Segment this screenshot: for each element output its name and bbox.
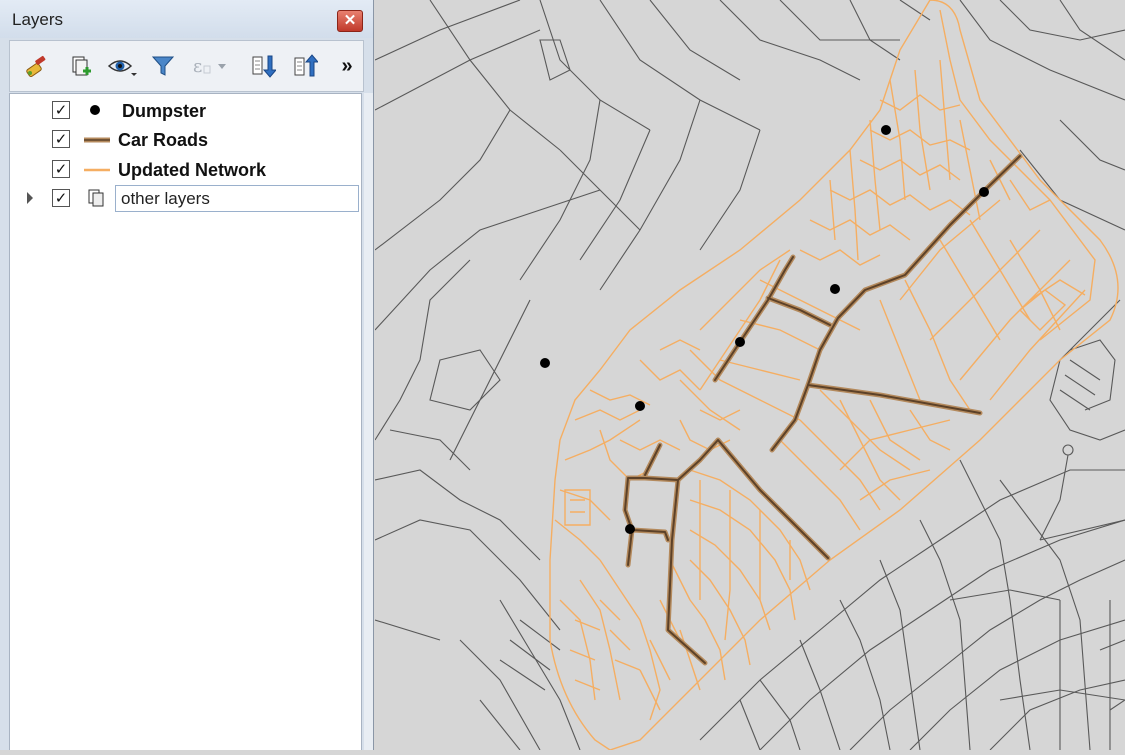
line-symbol-icon — [84, 131, 110, 148]
layer-row-car-roads[interactable]: ✓ Car Roads — [10, 125, 361, 154]
layer-checkbox[interactable]: ✓ — [52, 101, 70, 119]
toolbar-overflow-button[interactable]: » — [332, 51, 362, 81]
expand-all-icon[interactable] — [248, 51, 278, 81]
group-icon — [86, 188, 112, 207]
map-canvas[interactable] — [374, 0, 1125, 751]
close-button[interactable]: ✕ — [337, 10, 363, 32]
collapse-all-icon[interactable] — [290, 51, 320, 81]
panel-titlebar[interactable]: Layers ✕ — [0, 0, 373, 38]
dumpster-point — [625, 524, 635, 534]
layers-toolbar: ε » — [9, 40, 364, 92]
dumpster-point — [830, 284, 840, 294]
filter-legend-icon[interactable] — [148, 51, 178, 81]
layer-label: other layers — [121, 189, 210, 208]
line-symbol-icon — [84, 161, 110, 178]
layer-checkbox[interactable]: ✓ — [52, 130, 70, 148]
layer-tree: ✓ Dumpster ✓ Car Roads ✓ Updated Network… — [9, 93, 362, 750]
svg-text:ε: ε — [193, 56, 202, 77]
layer-row-other-layers[interactable]: ✓ other layers — [10, 184, 361, 213]
visibility-icon[interactable] — [107, 51, 137, 81]
dumpster-point — [735, 337, 745, 347]
layer-row-dumpster[interactable]: ✓ Dumpster — [10, 96, 361, 125]
point-symbol-icon — [82, 102, 108, 119]
dumpster-point — [540, 358, 550, 368]
layer-label: Updated Network — [118, 160, 267, 180]
panel-scrollbar[interactable] — [364, 93, 373, 750]
expand-arrow-icon[interactable] — [27, 192, 33, 204]
add-group-icon[interactable] — [65, 51, 95, 81]
layer-rename-input[interactable]: other layers — [115, 185, 359, 212]
layer-checkbox[interactable]: ✓ — [52, 160, 70, 178]
style-manager-icon[interactable] — [22, 51, 52, 81]
dumpster-point — [635, 401, 645, 411]
layer-row-updated-network[interactable]: ✓ Updated Network — [10, 155, 361, 184]
dumpster-point — [979, 187, 989, 197]
filter-expression-icon[interactable]: ε — [189, 51, 231, 81]
layer-label: Car Roads — [118, 130, 209, 150]
layers-panel: Layers ✕ ε » ✓ Dumpster ✓ Car Roads ✓ Up… — [0, 0, 374, 750]
panel-title: Layers — [12, 10, 64, 29]
dumpster-point — [881, 125, 891, 135]
layer-checkbox[interactable]: ✓ — [52, 189, 70, 207]
layer-label: Dumpster — [122, 101, 207, 121]
